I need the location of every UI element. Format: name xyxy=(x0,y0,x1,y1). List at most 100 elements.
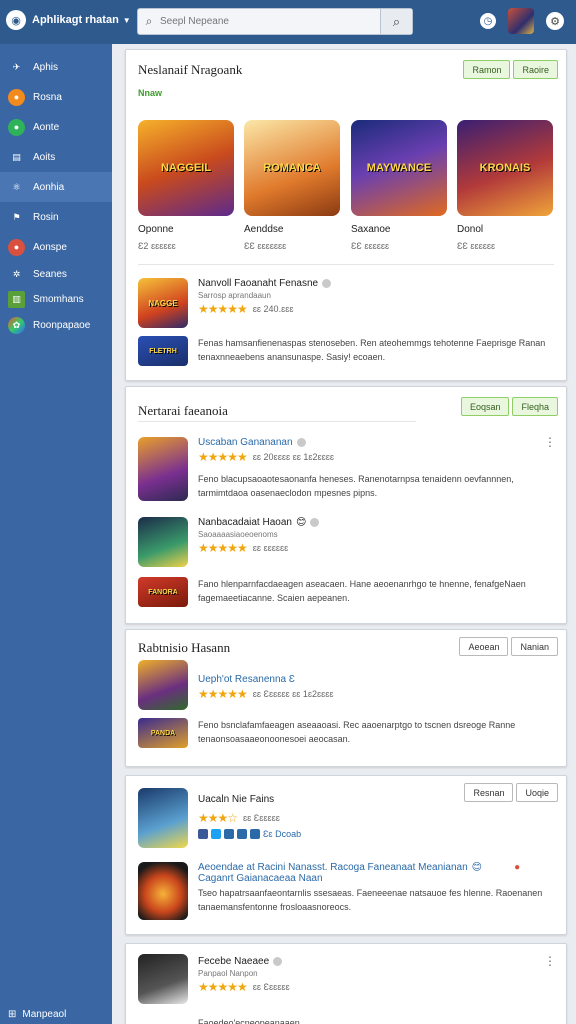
mail-icon[interactable] xyxy=(250,829,260,839)
sidebar-item-aonte[interactable]: ● Aonte xyxy=(0,112,112,142)
app-title[interactable]: Nanbacadaiat Haoan xyxy=(198,517,292,528)
app-icon xyxy=(138,437,188,501)
star-rating-icon: ★★★★★ xyxy=(198,302,248,316)
game-tile[interactable]: NAGGEIL Oponne Ɛ2 ɛɛɛɛɛɛ xyxy=(138,120,234,251)
app-subtitle: Panpaol Nanpon xyxy=(198,969,258,978)
rating-text: ɛɛ ɛɛɛɛɛɛ xyxy=(252,543,289,553)
sidebar-item-rosna[interactable]: ● Rosna xyxy=(0,82,112,112)
game-tile[interactable]: MAYWANCE Saxanoe ƐƐ ɛɛɛɛɛɛ xyxy=(351,120,447,251)
sidebar-item-label: Roonpapaoe xyxy=(33,319,91,331)
search-input[interactable] xyxy=(160,9,380,34)
link-icon[interactable] xyxy=(237,829,247,839)
brand-menu[interactable]: ◉ Aphlikagt rhatan ▼ xyxy=(6,10,131,30)
chevron-down-icon: ▼ xyxy=(122,15,131,25)
list-item[interactable]: Ueph'ot Resanenna Ɛ ★★★★★ ɛɛ Ɛɛɛɛɛɛ ɛɛ 1ɛ… xyxy=(138,660,554,710)
app-title[interactable]: Uscaban Ganananan xyxy=(198,437,293,448)
share-icon[interactable] xyxy=(224,829,234,839)
sidebar-item-label: Aonspe xyxy=(33,241,67,253)
filter-button[interactable]: Aeoean xyxy=(459,637,509,656)
filter-button[interactable]: Eoqsan xyxy=(460,397,510,416)
section-card: ⋮ Fecebe Naeaee Panpaol Nanpon ★★★★★ ɛɛ Ɛ… xyxy=(125,943,567,1024)
grid-icon: ⊞ xyxy=(8,1009,17,1020)
brand-logo-icon: ◉ xyxy=(6,10,26,30)
sidebar-item-roonpapaoe[interactable]: ✿ Roonpapaoe xyxy=(0,312,112,338)
app-subtitle: Sarrosp aprandaaun xyxy=(198,291,271,300)
search-button[interactable]: ⌕ xyxy=(380,9,412,34)
search-bar: ⌕ ⌕ xyxy=(137,8,413,35)
filter-button[interactable]: Nanian xyxy=(511,637,558,656)
facebook-icon[interactable] xyxy=(198,829,208,839)
app-description: Feno blacupsaoaotesaonanfa heneses. Rane… xyxy=(198,474,514,498)
sidebar-item-aoits[interactable]: ▤ Aoits xyxy=(0,142,112,172)
app-title[interactable]: Uacaln Nie Fains xyxy=(198,794,554,805)
game-art-image: ROMANCA xyxy=(244,120,340,216)
filter-button[interactable]: Raoire xyxy=(513,60,558,79)
avatar[interactable] xyxy=(508,8,534,34)
magnifier-icon: ⌕ xyxy=(392,13,401,29)
app-description: Fano hlenparnfacdaeagen aseacaen. Hane a… xyxy=(198,579,526,603)
verified-icon xyxy=(296,438,306,447)
sidebar-item-rosin[interactable]: ⚑ Rosin xyxy=(0,202,112,232)
emoji-icon: 😊 xyxy=(471,862,483,873)
gear-icon[interactable]: ⚙ xyxy=(546,12,564,30)
section-card: Nertarai faeanoia Eoqsan Fleqha ⋮ Uscaba… xyxy=(125,386,567,624)
game-tile[interactable]: ROMANCA Aenddse ƐƐ ɛɛɛɛɛɛɛ xyxy=(244,120,340,251)
promo-title[interactable]: Aeoendae at Racini Nanasst. Racoga Fanea… xyxy=(198,862,468,873)
list-item-desc: FANORA Fano hlenparnfacdaeagen aseacaen.… xyxy=(138,577,554,607)
star-rating-icon: ★★★☆ xyxy=(198,811,238,825)
sidebar: ✈ Aphis ● Rosna ● Aonte ▤ Aoits ⚛ Aonhia ⚑ Ros… xyxy=(0,44,112,1024)
clock-icon[interactable]: ◷ xyxy=(480,13,496,29)
tile-meta: ƐƐ ɛɛɛɛɛɛɛ xyxy=(244,241,287,251)
sidebar-item-label: Rosna xyxy=(33,91,62,103)
section-card: Rabtnisio Hasann Aeoean Nanian Ueph'ot R… xyxy=(125,629,567,767)
sidebar-item-aonhia[interactable]: ⚛ Aonhia xyxy=(0,172,112,202)
sidebar-item-seanes[interactable]: ✲ Seanes xyxy=(0,262,112,286)
sidebar-item-label: Aoits xyxy=(33,151,56,163)
featured-card: Neslanaif Nragoank Ramon Raoire Nnaw NAG… xyxy=(125,49,567,381)
pin-icon: ✈ xyxy=(12,61,21,72)
list-item[interactable]: NAGGE Nanvoll Faoanaht Fenasne Sarrosp a… xyxy=(138,278,554,328)
rating-text: ɛɛ 20ɛɛɛɛ ɛɛ 1ɛ2ɛɛɛɛ xyxy=(252,452,334,462)
list-item-desc: FLETRH Fenas hamsanfienenaspas stenosebe… xyxy=(138,336,554,366)
divider xyxy=(138,264,554,265)
sidebar-footer[interactable]: ⊞ Manpeaol xyxy=(8,1009,66,1020)
share-text[interactable]: Ɛɛ Dcoab xyxy=(263,829,301,839)
app-icon xyxy=(138,862,188,920)
filter-button[interactable]: Fleqha xyxy=(512,397,558,416)
row-title-wrap: Uscaban Ganananan xyxy=(198,437,554,448)
app-description: Fenas hamsanfienenaspas stenoseben. Ren … xyxy=(198,338,546,362)
divider xyxy=(138,421,416,422)
sidebar-item-label: Aonhia xyxy=(33,181,65,193)
verified-icon xyxy=(310,518,320,527)
game-art-image: MAYWANCE xyxy=(351,120,447,216)
list-item[interactable]: Uscaban Ganananan ★★★★★ ɛɛ 20ɛɛɛɛ ɛɛ 1ɛ2ɛ… xyxy=(138,437,554,501)
twitter-icon[interactable] xyxy=(211,829,221,839)
sidebar-item-aonspe[interactable]: ● Aonspe xyxy=(0,232,112,262)
rating-text: ɛɛ Ɛɛɛɛɛɛ xyxy=(243,813,280,823)
list-item[interactable]: Uacaln Nie Fains ★★★☆ ɛɛ Ɛɛɛɛɛɛ Ɛɛ Dcoab xyxy=(138,788,554,848)
card-title: Rabtnisio Hasann xyxy=(138,640,231,655)
list-item[interactable]: Fecebe Naeaee Panpaol Nanpon ★★★★★ ɛɛ Ɛɛɛ… xyxy=(138,954,554,1004)
sidebar-item-smomhans[interactable]: ▥ Smomhans xyxy=(0,286,112,312)
app-icon xyxy=(138,788,188,848)
sidebar-item-label: Seanes xyxy=(33,268,67,280)
top-bar: ◉ Aphlikagt rhatan ▼ ⌕ ⌕ ◷ ⚙ xyxy=(0,0,576,44)
list-item[interactable]: Aeoendae at Racini Nanasst. Racoga Fanea… xyxy=(138,862,554,920)
green-circle-icon: ● xyxy=(8,118,25,136)
list-item[interactable]: Nanbacadaiat Haoan 😊 Saoaaaasiaoeoenoms ★… xyxy=(138,517,554,567)
filter-button[interactable]: Ramon xyxy=(463,60,511,79)
tile-name: Oponne xyxy=(138,224,174,235)
tile-name: Saxanoe xyxy=(351,224,391,235)
promo-subtitle[interactable]: Caganrt Gaianacaeaa Naan xyxy=(198,873,554,884)
app-description: Feno bsnclafamfaeagen aseaaoasi. Rec aao… xyxy=(198,720,516,744)
tile-meta: Ɛ2 ɛɛɛɛɛɛ xyxy=(138,241,176,251)
emoji-icon: 😊 xyxy=(295,517,307,528)
rating-text: ɛɛ 240.ɛɛɛ xyxy=(252,304,294,314)
game-tile[interactable]: KRONAIS Donol ƐƐ ɛɛɛɛɛɛ xyxy=(457,120,553,251)
sidebar-item-aphis[interactable]: ✈ Aphis xyxy=(0,52,112,82)
app-title[interactable]: Ueph'ot Resanenna Ɛ xyxy=(198,674,554,685)
app-subtitle: Saoaaaasiaoeoenoms xyxy=(198,530,278,539)
app-title[interactable]: Fecebe Naeaee xyxy=(198,956,269,967)
palette-icon: ✿ xyxy=(8,316,25,334)
sidebar-item-label: Aphis xyxy=(33,61,59,73)
